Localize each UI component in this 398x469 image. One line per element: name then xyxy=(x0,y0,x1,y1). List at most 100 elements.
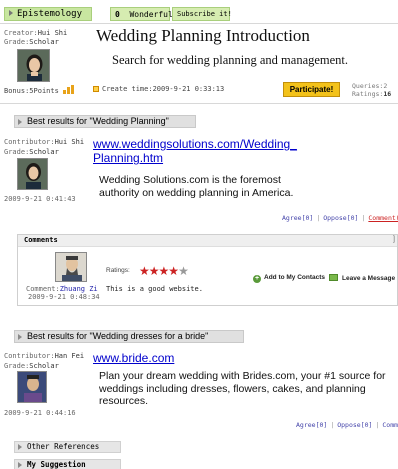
triangle-right-icon xyxy=(18,462,22,468)
other-references-tab[interactable]: Other References xyxy=(14,441,121,453)
add-to-contacts-button[interactable]: + Add to My Contacts xyxy=(253,274,325,283)
comment-rating-label: Ratings: xyxy=(106,267,130,274)
my-suggestion-label: My Suggestion xyxy=(27,460,86,469)
ratings-line: Ratings:16 xyxy=(352,90,391,98)
queries-value: 2 xyxy=(383,82,388,90)
commenter-line: Comment:Zhuang Zi xyxy=(26,285,98,293)
question-title: Wedding Planning Introduction xyxy=(96,26,310,45)
woman-portrait-icon xyxy=(18,50,49,81)
bar-chart-icon xyxy=(63,85,75,94)
triangle-right-icon xyxy=(18,119,22,125)
commenter-avatar[interactable] xyxy=(55,252,87,282)
result1-heading-text: Best results for "Wedding Planning" xyxy=(27,116,169,126)
subscribe-label: Subscribe it! xyxy=(177,10,232,18)
message-icon xyxy=(329,274,338,281)
triangle-right-icon xyxy=(18,334,22,340)
header-divider xyxy=(0,23,398,24)
queries-label: Queries: xyxy=(352,82,384,90)
result2-timestamp: 2009-9-21 0:44:16 xyxy=(4,409,76,417)
grade-value: Scholar xyxy=(29,38,59,46)
my-suggestion-tab[interactable]: My Suggestion xyxy=(14,459,121,469)
result2-link[interactable]: www.bride.com xyxy=(93,351,174,365)
result1-timestamp: 2009-9-21 0:41:43 xyxy=(4,195,76,203)
star-empty-icon: ★ xyxy=(178,264,189,278)
creator-label: Creator: xyxy=(4,29,38,37)
grade-value: Scholar xyxy=(29,148,59,156)
result2-desc-line2: weddings including dresses, flowers, cak… xyxy=(99,382,366,395)
triangle-right-icon xyxy=(18,444,22,450)
result1-description: Wedding Solutions.com is the foremost au… xyxy=(99,174,293,199)
bonus-line: Bonus:5Points xyxy=(4,85,75,95)
participate-button[interactable]: Participate! xyxy=(283,82,340,97)
result2-contributor-line: Contributor:Han Fei xyxy=(4,352,84,360)
man-portrait-icon xyxy=(18,372,46,402)
oppose-link[interactable]: Oppose[0] xyxy=(323,214,358,222)
category-tab[interactable]: Epistemology xyxy=(4,7,92,21)
star-filled-icon: ★ xyxy=(139,264,150,278)
clock-icon xyxy=(93,86,99,92)
result1-desc-line2: authority on wedding planning in America… xyxy=(99,186,294,199)
create-time-line: Create time:2009-9-21 0:33:13 xyxy=(93,85,224,93)
create-time-value: 2009-9-21 0:33:13 xyxy=(152,85,225,93)
commenter-name[interactable]: Zhuang Zi xyxy=(60,285,98,293)
comments-heading: Comments xyxy=(18,235,397,247)
creator-line: Creator:Hui Shi xyxy=(4,29,67,37)
add-to-contacts-label: Add to My Contacts xyxy=(264,274,326,281)
result2-vote-row: Agree[0]|Oppose[0]|Commen xyxy=(296,421,398,429)
ratings-value: 16 xyxy=(383,90,392,98)
ratings-label: Ratings: xyxy=(352,90,384,98)
contributor-label: Contributor: xyxy=(4,352,55,360)
result1-heading: Best results for "Wedding Planning" xyxy=(14,115,196,128)
plus-circle-icon: + xyxy=(253,275,261,283)
result1-link-line2: Planning.htm xyxy=(93,151,164,165)
commenter-label: Comment: xyxy=(26,285,60,293)
bonus-label: Bonus: xyxy=(4,87,30,95)
grade-value: Scholar xyxy=(29,362,59,370)
contributor-avatar[interactable] xyxy=(17,371,47,403)
comment-rating-stars: ★★★★★ xyxy=(139,262,189,280)
subscribe-button[interactable]: Subscribe it! xyxy=(172,7,232,21)
comments-close-icon[interactable]: ] xyxy=(393,236,395,243)
sage-portrait-icon xyxy=(56,253,86,281)
grade-label: Grade: xyxy=(4,362,30,370)
result2-desc-line3: resources. xyxy=(99,395,149,407)
grade-line: Grade:Scholar xyxy=(4,38,59,46)
result2-heading: Best results for "Wedding dresses for a … xyxy=(14,330,244,343)
bonus-value: 5Points xyxy=(29,87,59,95)
grade-label: Grade: xyxy=(4,148,30,156)
queries-line: Queries:2 xyxy=(352,82,387,90)
creator-name[interactable]: Hui Shi xyxy=(38,29,68,37)
woman-portrait-icon xyxy=(18,159,47,189)
leave-message-button[interactable]: Leave a Message xyxy=(329,274,395,282)
comment-link[interactable]: Commen xyxy=(382,421,398,429)
triangle-right-icon xyxy=(9,10,13,16)
question-description: Search for wedding planning and manageme… xyxy=(112,53,349,67)
star-filled-icon: ★ xyxy=(168,264,179,278)
result1-link-line1: www.weddingsolutions.com/Wedding_ xyxy=(93,137,297,151)
grade-label: Grade: xyxy=(4,38,30,46)
star-filled-icon: ★ xyxy=(158,264,170,278)
agree-link[interactable]: Agree[0] xyxy=(296,421,327,429)
star-filled-icon: ★ xyxy=(148,264,160,278)
result1-contributor-line: Contributor:Hui Shi xyxy=(4,138,84,146)
wonderful-label: Wonderful! xyxy=(129,10,178,19)
contributor-name[interactable]: Han Fei xyxy=(55,352,85,360)
result2-description: Plan your dream wedding with Brides.com,… xyxy=(99,370,386,408)
result1-vote-row: Agree[0]|Oppose[0]|Comment(1 xyxy=(282,214,398,222)
result1-link[interactable]: www.weddingsolutions.com/Wedding_ Planni… xyxy=(93,137,297,165)
agree-link[interactable]: Agree[0] xyxy=(282,214,313,222)
comments-panel: Comments ] Comment:Zhuang Zi 2009-9-21 0… xyxy=(17,234,398,306)
result2-heading-text: Best results for "Wedding dresses for a … xyxy=(27,331,209,341)
create-time-label: Create time: xyxy=(102,85,153,93)
result2-desc-line1: Plan your dream wedding with Brides.com,… xyxy=(99,370,386,382)
comment-text: This is a good website. xyxy=(106,285,203,293)
result2-grade-line: Grade:Scholar xyxy=(4,362,59,370)
comment-link[interactable]: Comment(1 xyxy=(368,214,398,222)
category-label: Epistemology xyxy=(17,9,83,19)
contributor-name[interactable]: Hui Shi xyxy=(55,138,85,146)
wonderful-button[interactable]: 0 Wonderful! xyxy=(110,7,178,21)
contributor-avatar[interactable] xyxy=(17,158,48,190)
oppose-link[interactable]: Oppose[0] xyxy=(337,421,372,429)
contributor-label: Contributor: xyxy=(4,138,55,146)
creator-avatar[interactable] xyxy=(17,49,50,82)
